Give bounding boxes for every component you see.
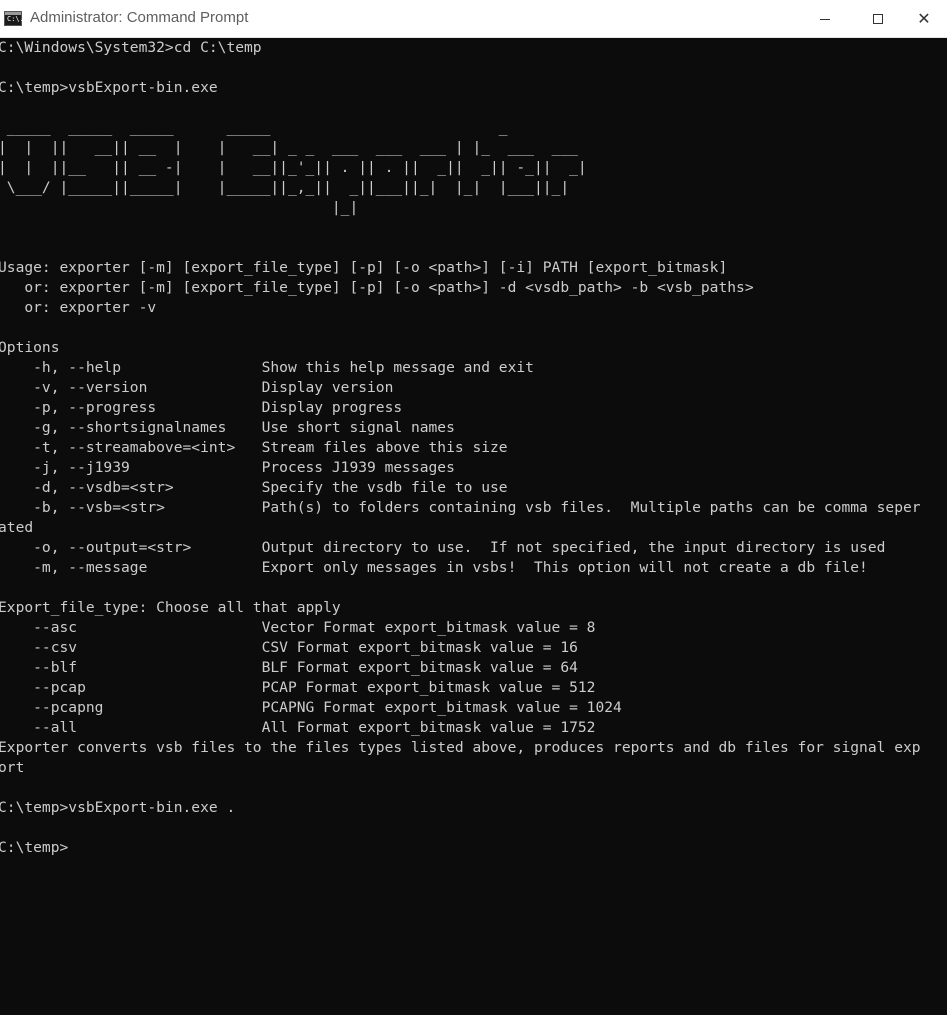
cmd-icon[interactable]: C:\. bbox=[4, 11, 24, 26]
console-line: |_| bbox=[0, 199, 359, 216]
console-line: -g, --shortsignalnames Use short signal … bbox=[0, 419, 455, 436]
console-line: C:\Windows\System32>cd C:\temp bbox=[0, 39, 262, 56]
console-line: -m, --message Export only messages in vs… bbox=[0, 559, 868, 576]
console-line: C:\temp> bbox=[0, 839, 69, 856]
maximize-button[interactable] bbox=[855, 0, 901, 38]
window-title: Administrator: Command Prompt bbox=[30, 9, 249, 26]
console-line: C:\temp>vsbExport-bin.exe bbox=[0, 79, 218, 96]
console-line: _____ _____ _____ _____ _ bbox=[0, 119, 508, 136]
console-line: C:\temp>vsbExport-bin.exe . bbox=[0, 799, 236, 816]
console-line: or: exporter -v bbox=[0, 299, 157, 316]
console-line: ated bbox=[0, 519, 34, 536]
title-bar[interactable]: C:\. Administrator: Command Prompt ✕ bbox=[0, 0, 947, 38]
icon-glyph: C:\. bbox=[7, 15, 24, 23]
console-line: --csv CSV Format export_bitmask value = … bbox=[0, 639, 578, 656]
console-line: -o, --output=<str> Output directory to u… bbox=[0, 539, 886, 556]
minimize-button[interactable] bbox=[802, 0, 848, 38]
minimize-icon bbox=[820, 18, 830, 20]
console-line: Export_file_type: Choose all that apply bbox=[0, 599, 341, 616]
close-button[interactable]: ✕ bbox=[901, 0, 947, 38]
console-line: --pcapng PCAPNG Format export_bitmask va… bbox=[0, 699, 622, 716]
console-line: Usage: exporter [-m] [export_file_type] … bbox=[0, 259, 728, 276]
console-line: --asc Vector Format export_bitmask value… bbox=[0, 619, 596, 636]
maximize-icon bbox=[873, 14, 883, 24]
console-line: | | || __|| __ | | __| _ _ ___ ___ ___ |… bbox=[0, 139, 578, 156]
console-line: -v, --version Display version bbox=[0, 379, 394, 396]
console-output[interactable]: C:\Windows\System32>cd C:\temp C:\temp>vs… bbox=[0, 38, 947, 1015]
console-line: --blf BLF Format export_bitmask value = … bbox=[0, 659, 578, 676]
console-line: -b, --vsb=<str> Path(s) to folders conta… bbox=[0, 499, 921, 516]
console-line: or: exporter [-m] [export_file_type] [-p… bbox=[0, 279, 754, 296]
console-line: Exporter converts vsb files to the files… bbox=[0, 739, 921, 756]
close-icon: ✕ bbox=[917, 9, 931, 28]
console-line: \___/ |_____||_____| |_____||_,_|| _||__… bbox=[0, 179, 570, 196]
console-line: | | ||__ || __ -| | __||_'_|| . || . || … bbox=[0, 159, 587, 176]
console-line: -p, --progress Display progress bbox=[0, 399, 403, 416]
console-line: -j, --j1939 Process J1939 messages bbox=[0, 459, 455, 476]
console-line: Options bbox=[0, 339, 60, 356]
console-line: -t, --streamabove=<int> Stream files abo… bbox=[0, 439, 508, 456]
console-line: -d, --vsdb=<str> Specify the vsdb file t… bbox=[0, 479, 508, 496]
console-line: --all All Format export_bitmask value = … bbox=[0, 719, 596, 736]
console-line: --pcap PCAP Format export_bitmask value … bbox=[0, 679, 596, 696]
console-line: ort bbox=[0, 759, 25, 776]
console-line: -h, --help Show this help message and ex… bbox=[0, 359, 534, 376]
